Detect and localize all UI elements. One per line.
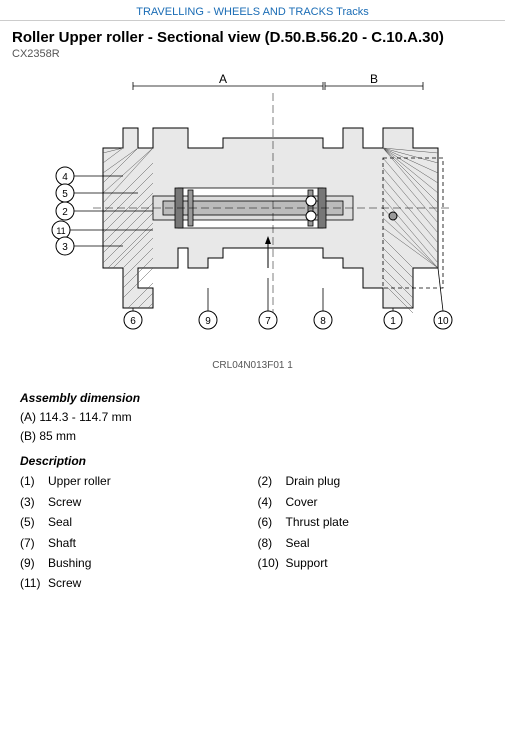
- desc-item-5: (5) Seal: [20, 512, 248, 532]
- page-code: CX2358R: [0, 48, 505, 64]
- content-area: Assembly dimension (A) 114.3 - 114.7 mm …: [0, 377, 505, 604]
- desc-num-9: (9): [20, 553, 48, 573]
- svg-text:11: 11: [56, 226, 65, 236]
- description-title: Description: [20, 454, 485, 468]
- desc-item-1: (1) Upper roller: [20, 471, 248, 491]
- technical-diagram: A B: [23, 68, 483, 358]
- desc-num-10: (10): [258, 553, 286, 573]
- svg-text:2: 2: [62, 207, 68, 218]
- breadcrumb: TRAVELLING - WHEELS AND TRACKS Tracks: [0, 0, 505, 21]
- desc-num-4: (4): [258, 492, 286, 512]
- svg-text:7: 7: [265, 316, 271, 327]
- svg-text:10: 10: [437, 316, 449, 327]
- svg-text:6: 6: [130, 316, 136, 327]
- page-title: Roller Upper roller - Sectional view (D.…: [0, 21, 505, 48]
- desc-item-2: (2) Drain plug: [258, 471, 486, 491]
- desc-item-3: (3) Screw: [20, 492, 248, 512]
- svg-text:5: 5: [62, 189, 68, 200]
- desc-num-3: (3): [20, 492, 48, 512]
- desc-label-3: Screw: [48, 492, 248, 512]
- desc-col-right: (2) Drain plug (4) Cover (6) Thrust plat…: [258, 471, 486, 593]
- desc-item-11: (11) Screw: [20, 573, 248, 593]
- desc-num-11: (11): [20, 573, 48, 593]
- desc-label-9: Bushing: [48, 553, 248, 573]
- assembly-title: Assembly dimension: [20, 391, 485, 405]
- desc-num-6: (6): [258, 512, 286, 532]
- diagram-container: A B: [0, 64, 505, 358]
- desc-num-1: (1): [20, 471, 48, 491]
- desc-num-5: (5): [20, 512, 48, 532]
- svg-text:8: 8: [320, 316, 326, 327]
- desc-label-2: Drain plug: [286, 471, 486, 491]
- desc-col-left: (1) Upper roller (3) Screw (5) Seal (7) …: [20, 471, 248, 593]
- desc-item-7: (7) Shaft: [20, 533, 248, 553]
- desc-label-4: Cover: [286, 492, 486, 512]
- desc-item-4: (4) Cover: [258, 492, 486, 512]
- desc-label-10: Support: [286, 553, 486, 573]
- desc-label-6: Thrust plate: [286, 512, 486, 532]
- desc-label-1: Upper roller: [48, 471, 248, 491]
- desc-num-8: (8): [258, 533, 286, 553]
- desc-item-8: (8) Seal: [258, 533, 486, 553]
- diagram-caption: CRL04N013F01 1: [0, 358, 505, 377]
- description-grid: (1) Upper roller (3) Screw (5) Seal (7) …: [20, 471, 485, 593]
- desc-item-10: (10) Support: [258, 553, 486, 573]
- desc-label-7: Shaft: [48, 533, 248, 553]
- desc-item-9: (9) Bushing: [20, 553, 248, 573]
- assembly-dim-b: (B) 85 mm: [20, 427, 485, 446]
- svg-text:9: 9: [205, 316, 211, 327]
- svg-text:B: B: [369, 72, 377, 86]
- desc-item-6: (6) Thrust plate: [258, 512, 486, 532]
- svg-text:1: 1: [390, 316, 396, 327]
- svg-text:4: 4: [62, 172, 68, 183]
- desc-num-2: (2): [258, 471, 286, 491]
- assembly-dim-a: (A) 114.3 - 114.7 mm: [20, 408, 485, 427]
- desc-label-8: Seal: [286, 533, 486, 553]
- svg-text:3: 3: [62, 242, 68, 253]
- desc-num-7: (7): [20, 533, 48, 553]
- desc-label-5: Seal: [48, 512, 248, 532]
- desc-label-11: Screw: [48, 573, 248, 593]
- svg-text:A: A: [218, 72, 226, 86]
